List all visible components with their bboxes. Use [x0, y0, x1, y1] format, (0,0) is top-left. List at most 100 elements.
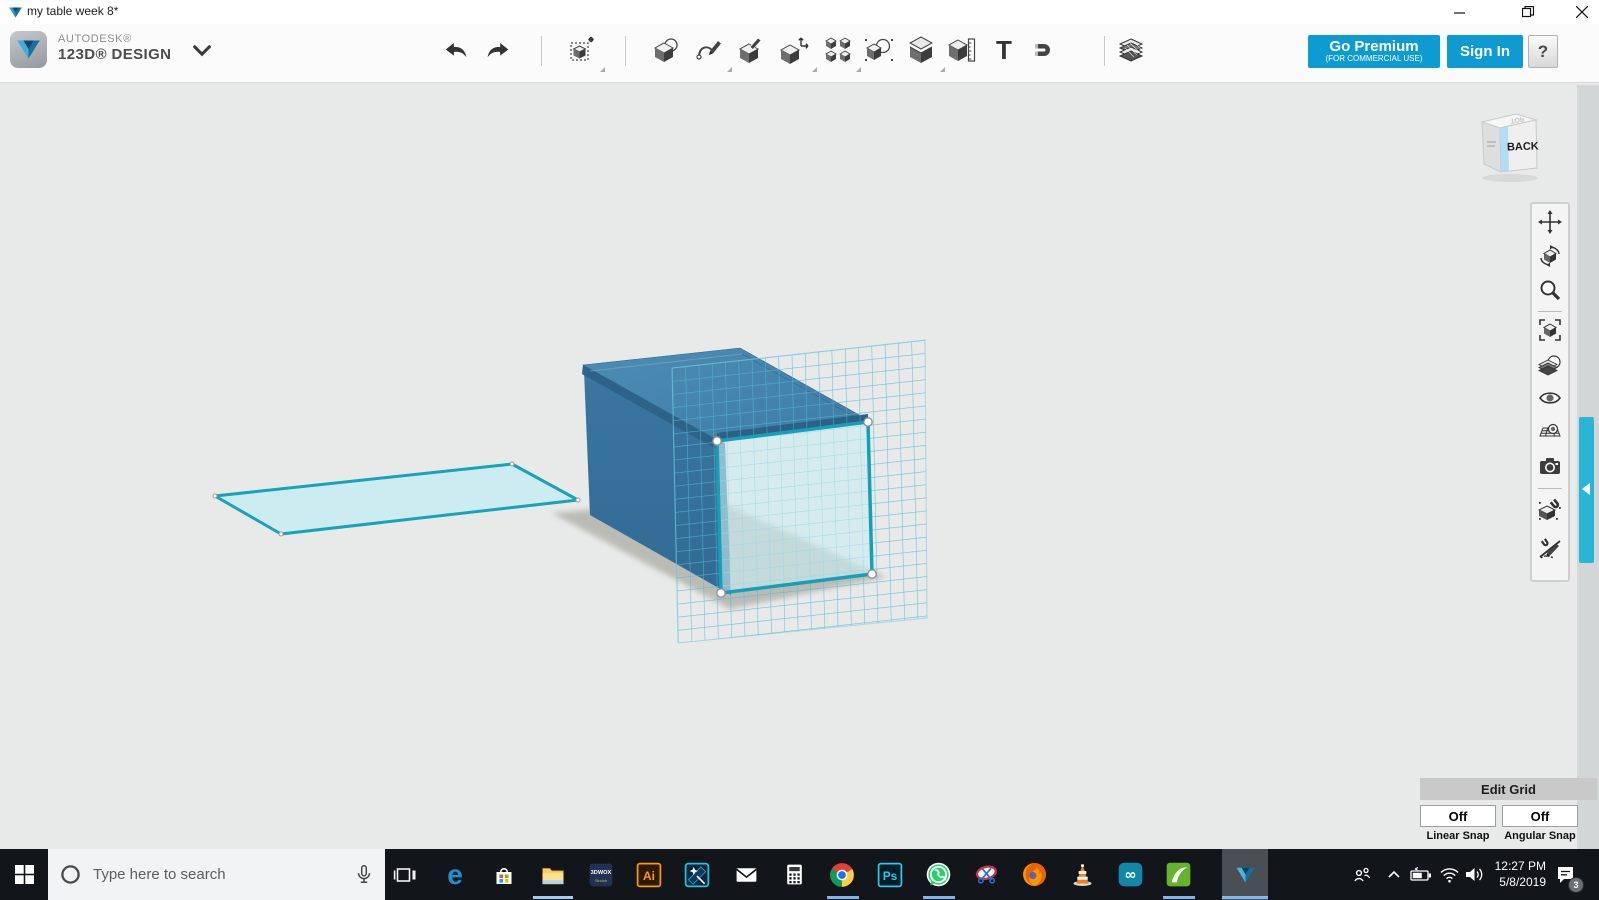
snap-toggle-button[interactable]	[1537, 494, 1563, 524]
taskbar-app-file-explorer[interactable]	[531, 849, 575, 900]
redo-button[interactable]	[481, 33, 515, 67]
restore-button[interactable]	[1508, 0, 1548, 24]
svg-text:Sindoh: Sindoh	[595, 878, 607, 883]
sketch-icon	[696, 41, 721, 60]
active-indicator-file-explorer	[533, 896, 573, 899]
flat-rectangle-sketch[interactable]	[212, 461, 581, 537]
dropdown-grip[interactable]	[727, 67, 732, 72]
help-button[interactable]: ?	[1528, 35, 1558, 68]
angular-snap-value: Off	[1530, 808, 1550, 824]
sketch-handle	[712, 436, 722, 446]
tray-clock[interactable]: 12:27 PM 5/8/2019	[1488, 858, 1546, 890]
tool-sketch[interactable]	[693, 33, 727, 67]
tool-move[interactable]	[777, 33, 811, 67]
taskbar-app-snipping-tool[interactable]	[964, 849, 1008, 900]
taskbar-app-task-view[interactable]	[383, 849, 427, 900]
zoom-button[interactable]	[1537, 275, 1563, 305]
view-cube[interactable]: TOP BACK	[1468, 100, 1548, 185]
tool-combine[interactable]	[862, 33, 896, 67]
taskbar-app-chrome[interactable]	[820, 849, 864, 900]
taskbar-app-calculator[interactable]	[772, 849, 816, 900]
tray-chevron-up-icon[interactable]	[1382, 849, 1406, 900]
taskbar-app-vlc[interactable]	[1060, 849, 1104, 900]
notification-badge: 3	[1568, 877, 1584, 893]
collapsed-panel-tab[interactable]	[1579, 417, 1594, 563]
search-placeholder: Type here to search	[93, 866, 226, 883]
start-button[interactable]	[0, 849, 48, 900]
tool-text[interactable]: T	[987, 33, 1021, 67]
taskbar-app-3dwox[interactable]: 3DWOX Sindoh	[579, 849, 623, 900]
taskbar-app-123d-design[interactable]	[1222, 849, 1268, 900]
sketch-handle	[863, 417, 873, 427]
taskbar-app-arduino[interactable]: ∞	[1108, 849, 1152, 900]
edit-grid-button[interactable]: Edit Grid	[1420, 778, 1597, 800]
fit-view-icon	[1539, 319, 1561, 341]
snap-cube-magnet-icon	[1538, 498, 1561, 520]
tray-volume-icon[interactable]	[1461, 849, 1487, 900]
orbit-button[interactable]	[1537, 241, 1563, 271]
tool-material[interactable]	[1114, 33, 1148, 67]
taskbar-app-coreldraw[interactable]	[1156, 849, 1200, 900]
show-hide-button[interactable]	[1537, 383, 1563, 413]
toolbar-separator	[1538, 311, 1562, 312]
dropdown-grip[interactable]	[600, 67, 605, 72]
go-premium-button[interactable]: Go Premium (FOR COMMERCIAL USE)	[1308, 35, 1440, 68]
taskbar-app-video-editor[interactable]	[675, 849, 719, 900]
taskbar-app-illustrator[interactable]: Ai	[627, 849, 671, 900]
linear-snap-toggle[interactable]: Off	[1420, 805, 1496, 827]
tool-measure[interactable]	[945, 33, 979, 67]
window-title: my table week 8*	[27, 4, 119, 18]
toolbar-separator	[541, 36, 542, 66]
microphone-icon	[357, 865, 371, 883]
scene-3d	[212, 339, 928, 644]
sketch-snap-toggle-button[interactable]	[1537, 534, 1563, 564]
dropdown-grip[interactable]	[812, 67, 817, 72]
tray-battery-icon[interactable]	[1408, 849, 1434, 900]
tool-modify[interactable]	[735, 33, 769, 67]
action-center-button[interactable]: 3	[1550, 849, 1584, 900]
minimize-button[interactable]	[1439, 0, 1479, 24]
chevron-down-icon	[193, 44, 211, 56]
linear-snap-label: Linear Snap	[1426, 830, 1490, 842]
dropdown-grip[interactable]	[940, 67, 945, 72]
arduino-icon: ∞	[1118, 862, 1142, 887]
svg-text:Ai: Ai	[643, 868, 655, 882]
tool-primitives[interactable]	[650, 33, 684, 67]
undo-button[interactable]	[439, 33, 473, 67]
svg-text:∞: ∞	[1124, 867, 1136, 884]
taskbar-app-photoshop[interactable]: Ps	[868, 849, 912, 900]
angular-snap-toggle[interactable]: Off	[1502, 805, 1578, 827]
tool-transform-move[interactable]	[566, 33, 600, 67]
dropdown-grip[interactable]	[856, 67, 861, 72]
sign-in-button[interactable]: Sign In	[1447, 35, 1523, 68]
selected-square-profile[interactable]	[712, 417, 877, 598]
main-menu-chevron[interactable]	[185, 33, 219, 67]
taskbar-app-whatsapp[interactable]	[916, 849, 960, 900]
close-button[interactable]	[1562, 0, 1599, 24]
tray-wifi-icon[interactable]	[1436, 849, 1462, 900]
primitives-icon	[653, 38, 678, 62]
tool-group[interactable]	[904, 33, 938, 67]
pan-button[interactable]	[1537, 207, 1563, 237]
app-logo-tile	[10, 31, 47, 68]
tool-pattern[interactable]	[821, 33, 855, 67]
taskbar-search-input[interactable]: Type here to search	[48, 849, 385, 900]
material-style-button[interactable]	[1537, 349, 1563, 379]
tray-people-icon[interactable]	[1348, 849, 1376, 900]
fit-view-button[interactable]	[1537, 315, 1563, 345]
viewport-3d[interactable]: TOP BACK Edit Grid Off Off Linear Snap A…	[0, 83, 1599, 849]
taskbar-app-firefox[interactable]	[1012, 849, 1056, 900]
show-sketches-button[interactable]	[1537, 417, 1563, 447]
video-editor-icon	[684, 862, 710, 887]
taskbar-app-edge[interactable]: e	[433, 849, 477, 900]
screenshot-button[interactable]	[1537, 451, 1563, 481]
close-icon	[1576, 6, 1588, 18]
taskbar-app-mail[interactable]	[724, 849, 768, 900]
toolbar-separator	[1538, 488, 1562, 489]
tool-snap[interactable]	[1029, 33, 1063, 67]
camera-icon	[1540, 458, 1560, 474]
brand-autodesk: AUTODESK®	[58, 33, 132, 45]
taskbar-app-store[interactable]	[482, 849, 526, 900]
app-header: AUTODESK® 123D® DESIGN T Go Premium (FOR…	[0, 24, 1599, 83]
app-logo-icon	[8, 5, 23, 20]
